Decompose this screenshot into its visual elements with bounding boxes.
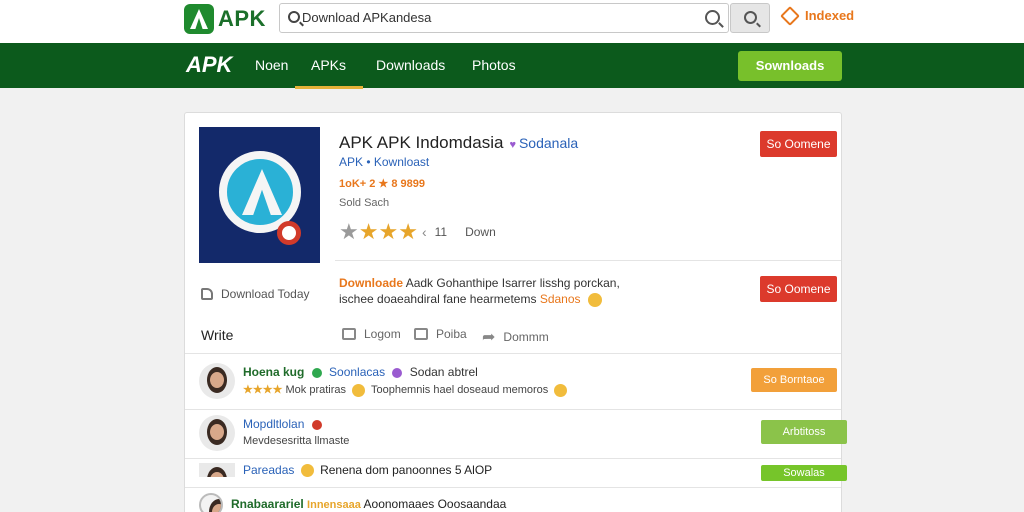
app-icon [199, 127, 320, 263]
review-item: Rnabaarariel Innensaaa Aoonomaaes Ooosaa… [199, 493, 506, 512]
review-action-button[interactable]: So Borntaoe [751, 368, 837, 392]
download-today-label: Download Today [221, 287, 310, 301]
review-text: Mok pratiras [285, 384, 347, 396]
main-nav: APK Noen APKs Downloads Photos Sownloads [0, 43, 1024, 89]
nav-item-home[interactable]: Noen [255, 57, 288, 73]
install-button[interactable]: So Oomene [760, 131, 837, 157]
site-logo[interactable]: APK [184, 4, 266, 34]
like-action[interactable]: Logom [342, 327, 401, 341]
avatar[interactable] [199, 363, 235, 399]
top-header: APK Indexed [0, 0, 1024, 43]
nav-item-apks[interactable]: APKs [311, 57, 346, 73]
divider [185, 353, 841, 354]
review-item: Mopdltlolan Mevdesesritta llmaste [199, 415, 349, 451]
app-meta: 1oK+ 2 ★ 8 9899 [339, 178, 425, 190]
reviewer-tag: Innensaaa [307, 499, 361, 511]
thumbs-up-icon [414, 328, 428, 340]
rating-count: 11 [434, 225, 448, 239]
reviewer-extra: Sodan abtrel [409, 365, 478, 379]
divider [185, 487, 841, 488]
tag-icon [780, 5, 800, 26]
indexed-link-label: Indexed [805, 8, 855, 23]
avatar[interactable] [199, 415, 235, 451]
reviewer-name[interactable]: Rnabaarariel [231, 497, 304, 511]
search-magnifier-icon[interactable] [705, 10, 720, 25]
heart-icon [392, 367, 403, 378]
search-input[interactable] [302, 10, 682, 25]
app-title: APK APK Indomdasia [339, 133, 504, 152]
review-text: Mevdesesritta llmaste [243, 435, 350, 447]
review-text: Renena dom panoonnes 5 AlOP [320, 463, 493, 477]
review-item: Pareadas Renena dom panoonnes 5 AlOP [199, 463, 493, 478]
review-action-button[interactable]: Sowalas [761, 465, 847, 481]
emoji-icon [554, 383, 568, 397]
flag-icon [311, 419, 322, 430]
nav-active-indicator [295, 86, 363, 89]
verified-icon [311, 367, 322, 378]
nav-logo[interactable]: APK [186, 52, 232, 78]
write-review-label[interactable]: Write [201, 327, 233, 343]
reviewer-name[interactable]: Hoena kug [243, 365, 304, 379]
rating-stars: ★ ★ ★ ★ ‹ 11 Down [339, 221, 496, 243]
download-nav-button[interactable]: Sownloads [738, 51, 842, 81]
download-today[interactable]: Download Today [201, 287, 310, 301]
divider [335, 260, 841, 261]
download-button[interactable]: So Oomene [760, 276, 837, 302]
record-badge-icon [277, 221, 301, 245]
search-button[interactable] [730, 3, 770, 33]
chevron-left-icon: ‹ [421, 224, 427, 240]
search-bar [279, 3, 729, 33]
reviewer-tag[interactable]: Soonlacas [329, 365, 385, 379]
divider [185, 458, 841, 459]
avatar[interactable] [199, 493, 223, 512]
nav-item-downloads[interactable]: Downloads [376, 57, 445, 73]
description-heading: Downloade [339, 276, 404, 290]
save-action[interactable]: Poiba [414, 327, 467, 341]
thumbs-up-icon [342, 328, 356, 340]
review-stars: ★★★★ [243, 384, 283, 396]
nav-item-photos[interactable]: Photos [472, 57, 516, 73]
app-description: Downloade Aadk Gohanthipe Isarrer lisshg… [339, 275, 649, 307]
share-action[interactable]: ➦ Dommm [482, 327, 549, 347]
app-card: APK APK Indomdasia ♥ Sodanala APK • Kown… [184, 112, 847, 512]
developer-link[interactable]: Sodanala [519, 135, 578, 151]
search-icon [288, 11, 300, 23]
star-icon: ★ [358, 219, 379, 244]
reviewer-name[interactable]: Pareadas [243, 463, 294, 477]
search-button-icon [744, 11, 757, 24]
review-text-2: Toophemnis hael doseaud memoros [370, 384, 549, 396]
app-title-row: APK APK Indomdasia ♥ Sodanala [339, 133, 578, 153]
like-action-label: Logom [364, 327, 401, 341]
emoji-icon [587, 292, 602, 307]
rating-label: Down [465, 225, 496, 239]
emoji-icon [352, 383, 366, 397]
app-size: Sold Sach [339, 197, 390, 209]
share-action-label: Dommm [503, 330, 549, 344]
reviewer-name[interactable]: Mopdltlolan [243, 417, 304, 431]
app-category[interactable]: APK • Kownloast [339, 155, 429, 169]
logo-icon [184, 4, 214, 34]
save-action-label: Poiba [436, 327, 467, 341]
emoji-icon [300, 464, 314, 478]
logo-text: APK [218, 6, 266, 31]
review-item: Hoena kug Soonlacas Sodan abtrel ★★★★ Mo… [199, 363, 570, 399]
thumbs-up-icon [201, 288, 213, 300]
star-icon: ★ [378, 219, 399, 244]
description-more-link[interactable]: Sdanos [540, 292, 581, 306]
indexed-link[interactable]: Indexed [780, 5, 855, 26]
divider [185, 409, 841, 410]
avatar[interactable] [199, 463, 235, 477]
star-icon: ★ [339, 219, 359, 244]
review-text: Aoonomaaes Ooosaandaa [363, 497, 507, 511]
review-action-button[interactable]: Arbtitoss [761, 420, 847, 444]
star-half-icon: ★ [398, 219, 418, 244]
share-arrow-icon: ➦ [482, 329, 496, 346]
heart-icon: ♥ [509, 139, 516, 151]
